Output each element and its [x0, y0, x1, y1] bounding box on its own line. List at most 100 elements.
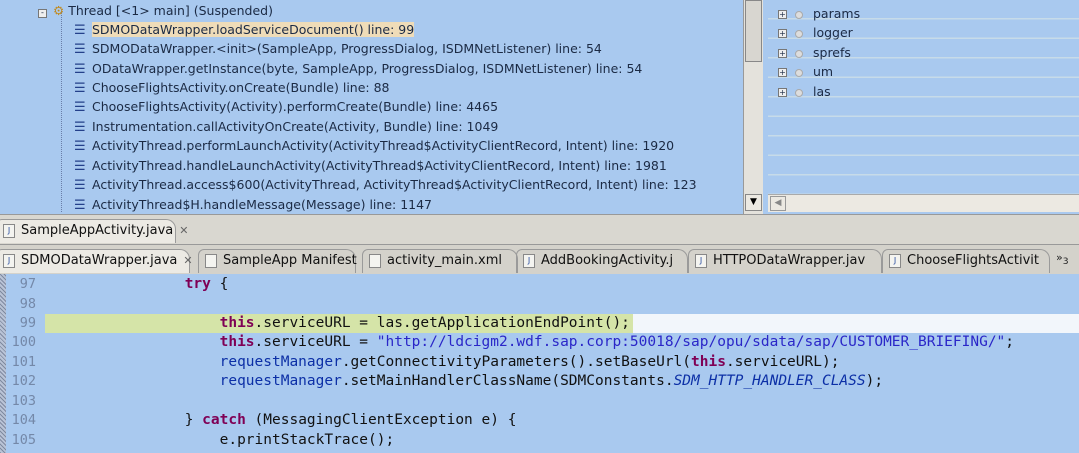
- line-number: 100: [11, 334, 36, 350]
- variable-name: logger: [813, 25, 853, 40]
- scroll-left-arrow-icon[interactable]: ◀: [770, 196, 786, 211]
- java-file-icon: J: [695, 253, 707, 268]
- code-line[interactable]: try {: [45, 275, 1079, 294]
- stack-frame[interactable]: ☰ ActivityThread.performLaunchActivity(Ac…: [74, 136, 674, 155]
- field-icon: [795, 10, 803, 19]
- java-file-icon: J: [523, 253, 535, 268]
- code-text: }: [184, 412, 203, 428]
- tab-label: SampleAppActivity.java: [21, 223, 174, 238]
- frame-label: ActivityThread$H.handleMessage(Message) …: [92, 197, 433, 212]
- line-number: 103: [11, 393, 36, 409]
- tab-label: AddBookingActivity.j: [541, 253, 674, 268]
- thread-node[interactable]: - ⚙ Thread [<1> main] (Suspended): [38, 1, 273, 20]
- variable-name: sprefs: [813, 45, 851, 60]
- line-number: 99: [19, 315, 36, 331]
- field-ref: requestManager: [219, 373, 342, 389]
- keyword: catch: [202, 412, 246, 428]
- code-line[interactable]: this.serviceURL = las.getApplicationEndP…: [45, 314, 1079, 333]
- frame-label: Instrumentation.callActivityOnCreate(Act…: [92, 119, 499, 134]
- frame-label: ChooseFlightsActivity(Activity).performC…: [92, 99, 499, 114]
- overflow-count: 3: [1062, 256, 1069, 268]
- field-icon: [795, 29, 803, 38]
- code-text: .setMainHandlerClassName(SDMConstants.: [341, 373, 674, 389]
- thread-label: Thread [<1> main] (Suspended): [68, 3, 273, 18]
- expand-icon[interactable]: +: [778, 68, 787, 77]
- expand-icon[interactable]: +: [778, 29, 787, 38]
- variable-item[interactable]: + um: [778, 62, 833, 81]
- close-icon[interactable]: ✕: [183, 254, 192, 267]
- keyword: this: [691, 354, 726, 370]
- stack-frame[interactable]: ☰ SDMODataWrapper.<init>(SampleApp, Progr…: [74, 39, 602, 58]
- frame-icon: ☰: [74, 81, 86, 96]
- line-number: 104: [11, 412, 36, 428]
- frame-label: SDMODataWrapper.loadServiceDocument() li…: [92, 22, 415, 37]
- frame-icon: ☰: [74, 159, 86, 174]
- frame-label: SDMODataWrapper.<init>(SampleApp, Progre…: [92, 41, 602, 56]
- variable-name: um: [813, 64, 834, 79]
- tree-guide: [61, 12, 62, 212]
- variable-item[interactable]: + params: [778, 4, 860, 23]
- close-icon[interactable]: ✕: [179, 224, 188, 237]
- stack-frame[interactable]: ☰ ActivityThread$H.handleMessage(Message)…: [74, 195, 432, 214]
- annotation-ruler: [0, 274, 6, 453]
- tab-label: SDMODataWrapper.java: [21, 253, 178, 268]
- tab-manifest[interactable]: SampleApp Manifest: [198, 249, 357, 273]
- code-line[interactable]: } catch (MessagingClientException e) {: [45, 411, 1079, 430]
- frame-icon: ☰: [74, 198, 86, 213]
- stack-frame[interactable]: ☰ ChooseFlightsActivity(Activity).perform…: [74, 97, 498, 116]
- line-number: 97: [19, 276, 36, 292]
- stack-frame[interactable]: ☰ SDMODataWrapper.loadServiceDocument() l…: [74, 20, 415, 39]
- editor-tab-bar: J SDMODataWrapper.java ✕ SampleApp Manifes…: [0, 244, 1079, 274]
- frame-icon: ☰: [74, 100, 86, 115]
- tab-sdmodatawrapper[interactable]: J SDMODataWrapper.java ✕: [0, 249, 193, 273]
- outer-tab-bar: J SampleAppActivity.java ✕: [0, 214, 1079, 244]
- frame-icon: ☰: [74, 42, 86, 57]
- tab-label: SampleApp Manifest: [223, 253, 357, 268]
- tab-label: ChooseFlightsActivit: [907, 253, 1039, 268]
- expand-icon[interactable]: +: [778, 49, 787, 58]
- code-line[interactable]: requestManager.setMainHandlerClassName(S…: [45, 372, 1079, 391]
- collapse-icon[interactable]: -: [38, 9, 47, 18]
- variable-item[interactable]: + las: [778, 82, 831, 101]
- scroll-down-arrow-icon[interactable]: ▼: [745, 194, 762, 211]
- frame-label: ActivityThread.access$600(ActivityThread…: [92, 177, 697, 192]
- code-text: e.printStackTrace();: [219, 432, 395, 448]
- code-editor[interactable]: 97 98 99 100 101 102 103 104 105 try { t…: [0, 274, 1079, 453]
- tab-chooseflights[interactable]: J ChooseFlightsActivit: [882, 249, 1050, 273]
- line-number: 102: [11, 373, 36, 389]
- tab-addbooking[interactable]: J AddBookingActivity.j: [516, 249, 688, 273]
- keyword: try: [184, 276, 211, 292]
- tab-overflow-button[interactable]: »3: [1056, 251, 1069, 267]
- stack-tree: - ⚙ Thread [<1> main] (Suspended) ☰ SDMODat…: [0, 0, 742, 214]
- xml-file-icon: [369, 253, 381, 268]
- stack-frame[interactable]: ☰ ActivityThread.handleLaunchActivity(Act…: [74, 156, 667, 175]
- code-line[interactable]: this.serviceURL = "http://ldcigm2.wdf.sa…: [45, 333, 1079, 352]
- code-line[interactable]: e.printStackTrace();: [45, 431, 1079, 450]
- variables-hscrollbar[interactable]: ◀: [768, 194, 1079, 212]
- code-text: {: [210, 276, 229, 292]
- frame-label: ODataWrapper.getInstance(byte, SampleApp…: [92, 61, 643, 76]
- variable-item[interactable]: + logger: [778, 23, 853, 42]
- frame-label: ActivityThread.handleLaunchActivity(Acti…: [92, 158, 667, 173]
- stack-frame[interactable]: ☰ Instrumentation.callActivityOnCreate(Ac…: [74, 117, 498, 136]
- frame-icon: ☰: [74, 178, 86, 193]
- keyword: this: [219, 315, 255, 331]
- stack-frame[interactable]: ☰ ODataWrapper.getInstance(byte, SampleAp…: [74, 59, 642, 78]
- stack-frame[interactable]: ☰ ActivityThread.access$600(ActivityThrea…: [74, 175, 697, 194]
- string-literal: "http://ldcigm2.wdf.sap.corp:50018/sap/o…: [376, 334, 1006, 350]
- expand-icon[interactable]: +: [778, 88, 787, 97]
- code-text: (MessagingClientException e) {: [245, 412, 517, 428]
- scroll-thumb[interactable]: [745, 0, 762, 62]
- tab-activity-main[interactable]: activity_main.xml: [362, 249, 518, 273]
- tab-httpodatawrapper[interactable]: J HTTPODataWrapper.jav: [688, 249, 882, 273]
- tab-sampleappactivity[interactable]: J SampleAppActivity.java ✕: [0, 219, 189, 243]
- stack-scrollbar[interactable]: ▼: [743, 0, 763, 214]
- frame-label: ChooseFlightsActivity.onCreate(Bundle) l…: [92, 80, 390, 95]
- tab-label: HTTPODataWrapper.jav: [713, 253, 866, 268]
- expand-icon[interactable]: +: [778, 10, 787, 19]
- code-text: ;: [1005, 334, 1015, 350]
- code-line[interactable]: requestManager.getConnectivityParameters…: [45, 353, 1079, 372]
- variable-item[interactable]: + sprefs: [778, 43, 851, 62]
- xml-file-icon: [205, 253, 217, 268]
- stack-frame[interactable]: ☰ ChooseFlightsActivity.onCreate(Bundle) …: [74, 78, 390, 97]
